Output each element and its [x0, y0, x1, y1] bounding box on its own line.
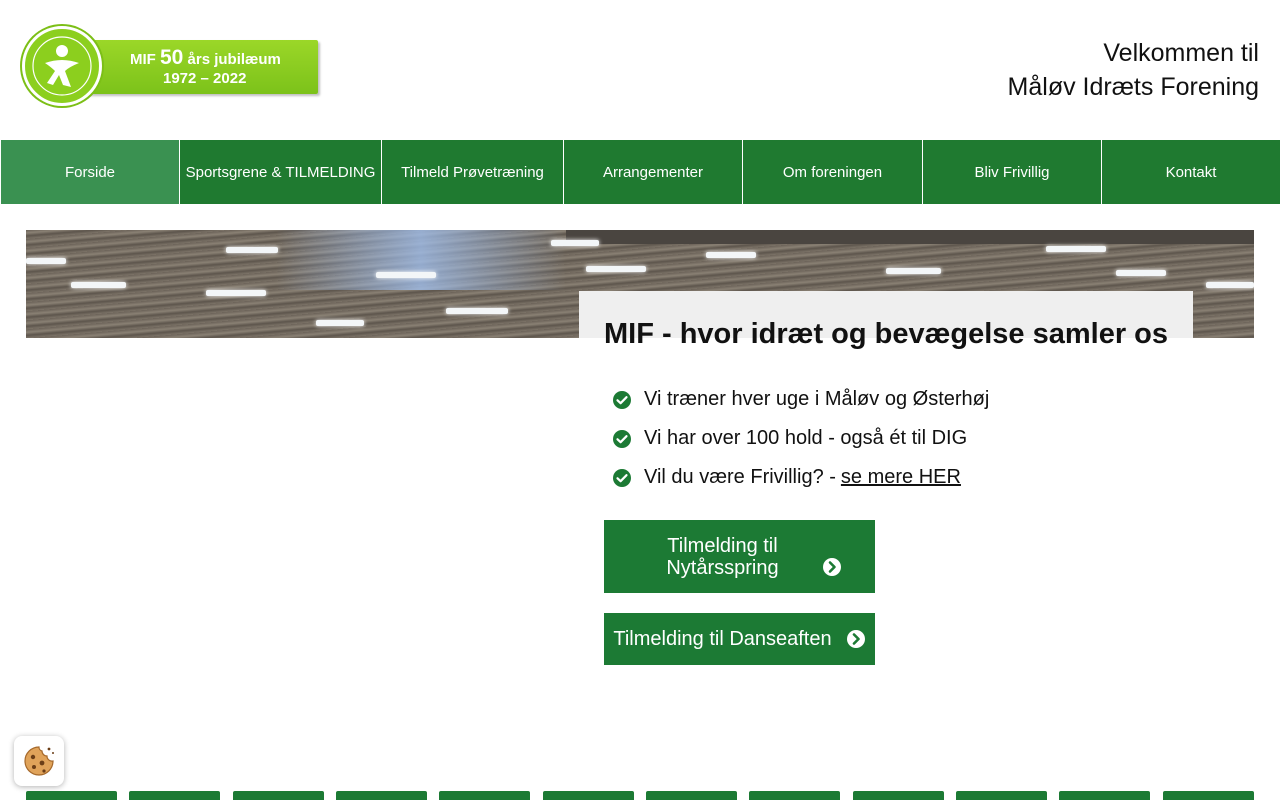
site-header: MIF 50 års jubilæum 1972 – 2022 Velkomme…	[0, 0, 1280, 140]
hero-ceiling-beam	[566, 230, 1254, 244]
hero-light	[1206, 282, 1254, 288]
frivillig-link[interactable]: se mere HER	[841, 466, 961, 489]
cookie-icon	[24, 746, 54, 776]
jubilee-years: 1972 – 2022	[163, 70, 247, 87]
hero-light	[1116, 270, 1166, 276]
nytaarsspring-signup-button[interactable]: Tilmelding til Nytårsspring	[604, 520, 875, 593]
welcome-line1: Velkommen til	[1103, 39, 1259, 67]
sport-tile[interactable]	[543, 791, 634, 800]
danseaften-signup-button[interactable]: Tilmelding til Danseaften	[604, 613, 875, 665]
button-label: Tilmelding til Danseaften	[613, 627, 832, 650]
bullet-text: Vil du være Frivillig? -	[644, 466, 836, 488]
bullet-text: Vi træner hver uge i Måløv og Østerhøj	[644, 388, 990, 410]
sport-tile[interactable]	[853, 791, 944, 800]
list-item: Vi træner hver uge i Måløv og Østerhøj	[612, 380, 989, 419]
bullet-text: Vi har over 100 hold - også ét til DIG	[644, 427, 968, 449]
club-emblem-icon	[22, 26, 102, 106]
hero-light	[26, 258, 66, 264]
sport-tile[interactable]	[646, 791, 737, 800]
hero-bullet-list: Vi træner hver uge i Måløv og Østerhøj V…	[612, 380, 989, 497]
check-circle-icon	[613, 429, 631, 448]
sport-tile[interactable]	[1059, 791, 1150, 800]
button-label: Tilmelding til Nytårsspring	[666, 534, 779, 579]
nav-item-tilmeld-proevetraening[interactable]: Tilmeld Prøvetræning	[381, 140, 563, 204]
check-circle-icon	[613, 390, 631, 409]
list-item: Vil du være Frivillig? - se mere HER	[612, 458, 989, 497]
sport-tile[interactable]	[749, 791, 840, 800]
sport-tile[interactable]	[439, 791, 530, 800]
list-item: Vi har over 100 hold - også ét til DIG	[612, 419, 989, 458]
welcome-line2: Måløv Idræts Forening	[1007, 73, 1259, 101]
check-circle-icon	[613, 468, 631, 487]
hero-light	[551, 240, 599, 246]
arrow-right-circle-icon	[846, 630, 865, 648]
hero-light	[706, 252, 756, 258]
welcome-heading: Velkommen til Måløv Idræts Forening	[1008, 36, 1259, 104]
cookie-settings-button[interactable]	[14, 736, 64, 786]
hero-light	[316, 320, 364, 326]
hero-light	[71, 282, 126, 288]
sport-tile[interactable]	[26, 791, 117, 800]
hero-light	[886, 268, 941, 274]
sport-tile[interactable]	[129, 791, 220, 800]
sport-tile[interactable]	[956, 791, 1047, 800]
nav-item-bliv-frivillig[interactable]: Bliv Frivillig	[922, 140, 1101, 204]
arrow-right-circle-icon	[822, 558, 841, 576]
nav-item-sportsgrene[interactable]: Sportsgrene & TILMELDING	[179, 140, 381, 204]
hero-light	[446, 308, 508, 314]
nav-item-om-foreningen[interactable]: Om foreningen	[742, 140, 922, 204]
sport-tile[interactable]	[1163, 791, 1254, 800]
hero-light	[1046, 246, 1106, 252]
hero-window-glare	[276, 230, 566, 290]
hero-light	[226, 247, 278, 253]
club-logo[interactable]: MIF 50 års jubilæum 1972 – 2022	[20, 24, 320, 108]
sport-tile[interactable]	[233, 791, 324, 800]
jubilee-text: MIF 50 års jubilæum	[130, 46, 281, 69]
hero-light	[376, 272, 436, 278]
nav-item-kontakt[interactable]: Kontakt	[1101, 140, 1280, 204]
sport-tile[interactable]	[336, 791, 427, 800]
hero-light	[586, 266, 646, 272]
nav-item-forside[interactable]: Forside	[0, 140, 179, 204]
main-navigation: Forside Sportsgrene & TILMELDING Tilmeld…	[0, 140, 1280, 204]
hero-light	[206, 290, 266, 296]
nav-item-arrangementer[interactable]: Arrangementer	[563, 140, 742, 204]
hero-headline: MIF - hvor idræt og bevægelse samler os	[604, 318, 1169, 350]
sport-tiles-row	[26, 791, 1254, 800]
